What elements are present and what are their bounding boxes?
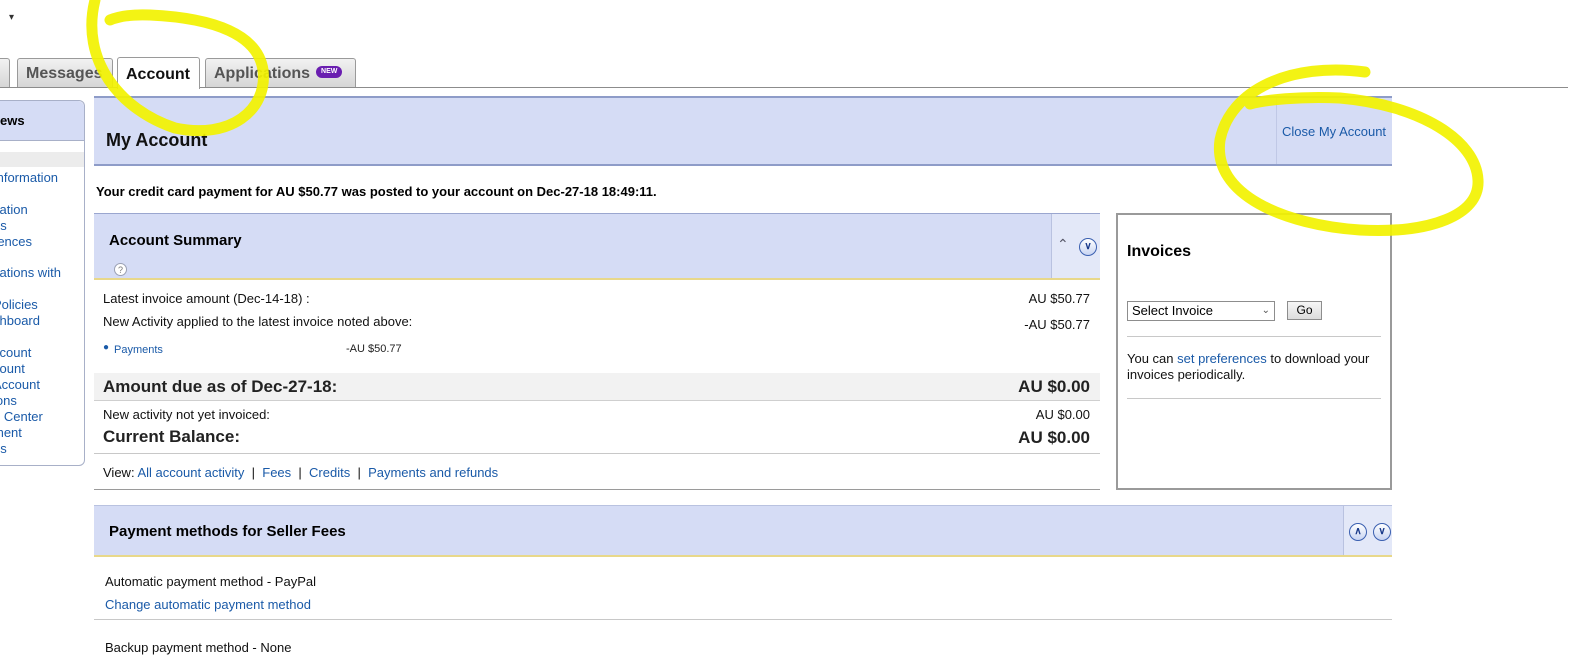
invoices-title: Invoices [1127,243,1192,260]
new-badge: NEW [316,65,343,78]
go-button[interactable]: Go [1287,301,1322,320]
separator: | [251,465,256,480]
not-invoiced-label: New activity not yet invoiced: [103,407,270,422]
collapse-icon[interactable]: ∧ [1349,523,1367,541]
tab-account-label: Account [126,66,190,83]
sidebar: ews t Information s cation es rences cat… [0,100,85,466]
automatic-payment-text: Automatic payment method - PayPal [105,574,316,589]
dropdown-caret-icon[interactable]: ▾ [9,12,14,23]
my-account-header: My Account Close My Account [94,96,1392,166]
account-summary-title: Account Summary [109,232,242,249]
payments-link[interactable]: Payments [114,344,163,356]
expand-icon[interactable]: ∨ [1373,523,1391,541]
sidebar-item[interactable]: es [0,441,7,456]
sidebar-item[interactable]: Information [0,170,58,185]
current-balance-value: AU $0.00 [1018,428,1090,447]
tab-account[interactable]: Account [117,57,200,89]
sidebar-item[interactable]: ccount [0,345,31,360]
not-invoiced-value: AU $0.00 [1035,407,1090,422]
close-account-link[interactable]: Close My Account [1282,124,1386,139]
sidebar-item[interactable]: Policies [0,297,38,312]
tab-messages[interactable]: Messages [17,58,113,87]
sidebar-item-current[interactable]: t [0,152,84,167]
tab-applications[interactable]: Applications NEW [205,58,356,87]
separator: | [298,465,302,480]
help-icon[interactable]: ? [114,263,127,276]
set-preferences-link[interactable]: set preferences [1177,351,1267,366]
amount-due-value: AU $0.00 [1018,377,1090,396]
view-label: View: [103,465,135,480]
fees-link[interactable]: Fees [262,465,291,480]
bullet-icon: ● [103,342,110,353]
credits-link[interactable]: Credits [309,465,350,480]
backup-payment-text: Backup payment method - None [105,640,292,655]
payment-controls: ∧ ∨ [1343,506,1392,555]
amount-due-label: Amount due as of Dec-27-18: [103,377,338,396]
sidebar-item[interactable]: ment [0,425,22,440]
summary-divider [94,453,1100,454]
sidebar-title: ews [0,101,84,141]
sidebar-item[interactable]: shboard [0,313,40,328]
all-activity-link[interactable]: All account activity [137,465,244,480]
sidebar-item[interactable]: rences [0,234,32,249]
latest-invoice-value: AU $50.77 [1028,291,1090,306]
tab-previous[interactable] [0,58,10,87]
expand-icon[interactable]: ∨ [1079,238,1097,256]
tab-applications-label: Applications [214,65,311,82]
tab-messages-label: Messages [26,65,103,82]
invoice-select[interactable]: Select Invoice ⌄ [1127,301,1275,321]
sidebar-item[interactable]: n Center [0,409,43,424]
sidebar-item[interactable]: es [0,218,7,233]
summary-bottom-border [94,489,1100,490]
sidebar-item[interactable]: cation [0,202,28,217]
sidebar-item[interactable]: Account [0,377,40,392]
new-activity-label: New Activity applied to the latest invoi… [103,314,413,329]
payments-refunds-link[interactable]: Payments and refunds [368,465,498,480]
new-activity-value: -AU $50.77 [1024,317,1090,332]
sidebar-item[interactable]: ions [0,393,17,408]
payment-methods-title: Payment methods for Seller Fees [109,523,346,540]
sidebar-item[interactable]: cations with [0,265,61,280]
payments-value: -AU $50.77 [346,343,402,355]
separator: | [357,465,361,480]
invoices-panel: Invoices Select Invoice ⌄ Go You can set… [1116,213,1392,490]
latest-invoice-label: Latest invoice amount (Dec-14-18) : [103,291,310,306]
page-title: My Account [106,130,208,150]
account-summary-header: Account Summary ? ⌃ ∨ [94,213,1100,280]
invoices-text-before: You can [1127,351,1178,366]
invoices-divider [1127,398,1381,399]
view-links-row: View: All account activity | Fees | Cred… [103,465,498,480]
invoices-divider [1127,336,1381,337]
current-balance-label: Current Balance: [103,427,240,446]
payment-notice: Your credit card payment for AU $50.77 w… [96,184,657,199]
payment-divider [94,619,1392,620]
sidebar-item[interactable]: count [0,361,25,376]
invoice-select-value: Select Invoice [1132,303,1213,318]
payment-methods-header: Payment methods for Seller Fees ∧ ∨ [94,505,1392,557]
amount-due-row: Amount due as of Dec-27-18: AU $0.00 [94,373,1100,401]
collapse-icon[interactable]: ⌃ [1057,236,1069,253]
header-divider [1276,98,1277,164]
chevron-down-icon: ⌄ [1261,305,1270,316]
summary-controls: ⌃ ∨ [1051,214,1100,278]
change-payment-link[interactable]: Change automatic payment method [105,597,311,612]
invoices-text: You can set preferences to download your… [1127,351,1382,383]
